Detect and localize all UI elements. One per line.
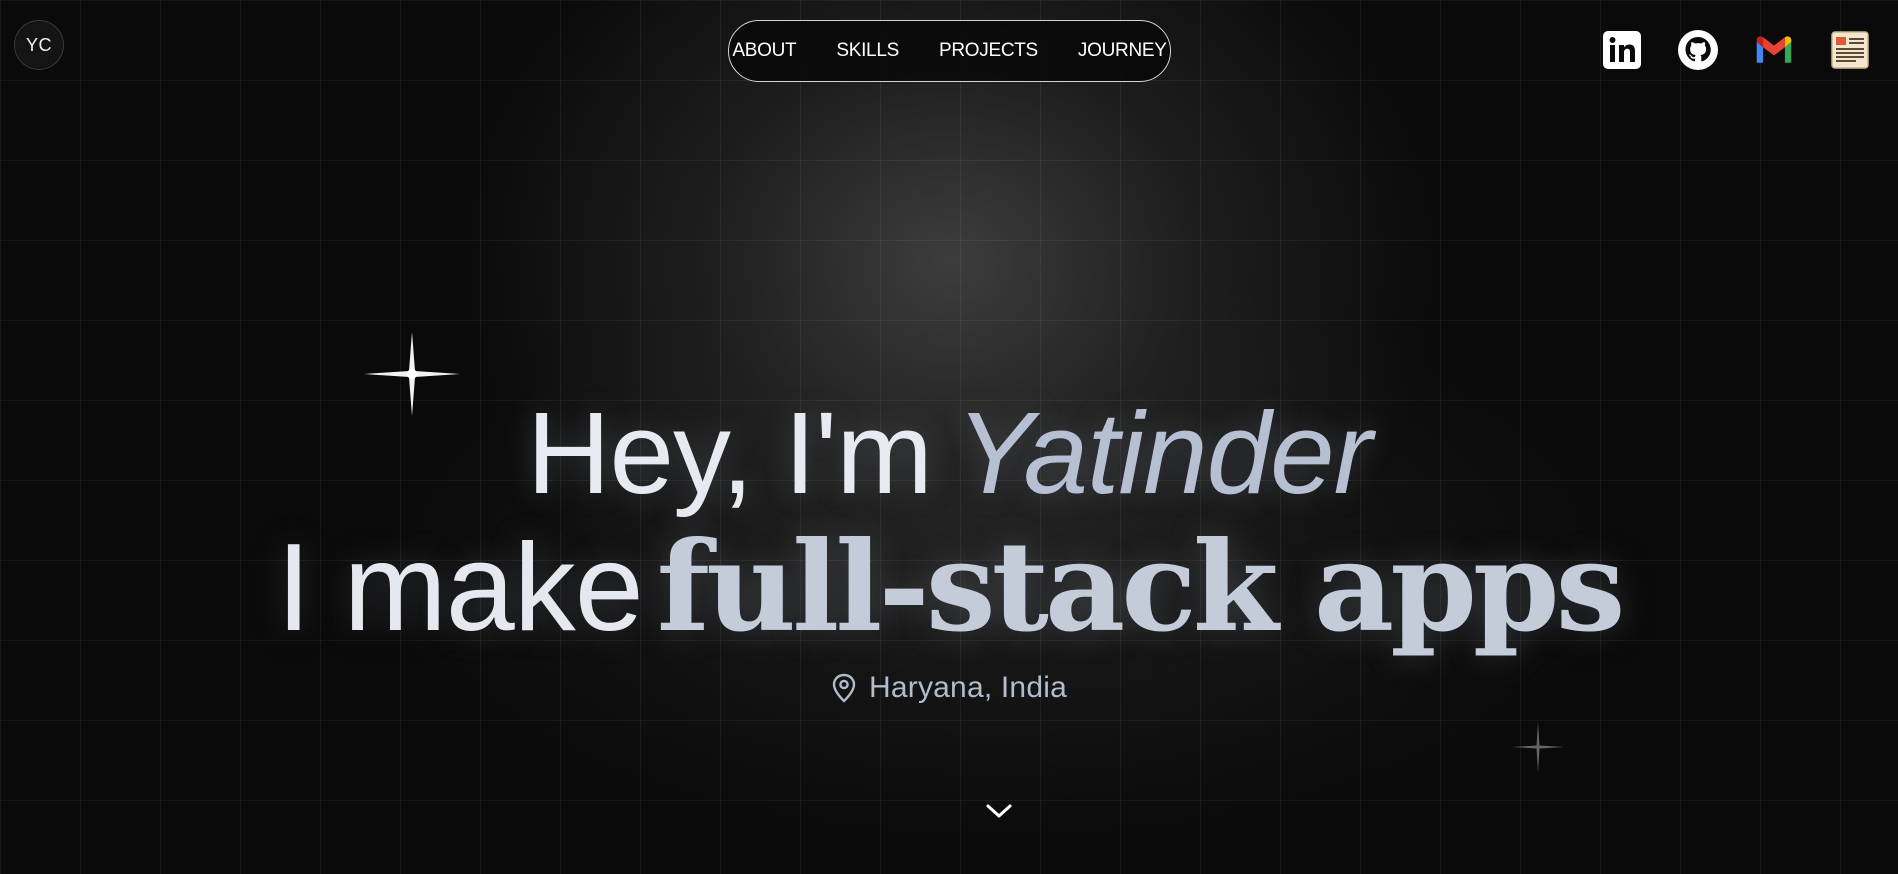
logo-avatar[interactable]: YC xyxy=(14,20,64,70)
hero-make-highlight: full-stack apps xyxy=(656,515,1626,660)
nav-item-projects[interactable]: PROJECTS xyxy=(939,40,1038,62)
hero-name: Yatinder xyxy=(955,388,1372,518)
linkedin-link[interactable] xyxy=(1602,30,1642,70)
hero-tagline-line: I make full-stack apps xyxy=(0,522,1898,653)
gmail-icon xyxy=(1756,36,1792,63)
linkedin-icon xyxy=(1603,31,1641,69)
nav-item-skills[interactable]: SKILLS xyxy=(836,40,899,62)
social-links xyxy=(1602,30,1870,70)
page: YC ABOUT SKILLS PROJECTS JOURNEY Hey, I'… xyxy=(0,0,1898,874)
location-text: Haryana, India xyxy=(869,671,1067,705)
scroll-down-button[interactable] xyxy=(979,796,1019,826)
hero-greeting-line: Hey, I'm Yatinder xyxy=(0,395,1898,511)
hero-greeting: Hey, I'm xyxy=(526,388,933,518)
main-nav: ABOUT SKILLS PROJECTS JOURNEY xyxy=(728,20,1171,82)
logo-initials: YC xyxy=(25,34,52,55)
resume-link[interactable] xyxy=(1830,30,1870,70)
resume-icon xyxy=(1831,31,1869,69)
nav-item-about[interactable]: ABOUT xyxy=(732,40,796,62)
github-link[interactable] xyxy=(1678,30,1718,70)
nav-item-journey[interactable]: JOURNEY xyxy=(1078,40,1167,62)
github-icon xyxy=(1678,30,1718,70)
hero-location: Haryana, India xyxy=(831,671,1067,705)
chevron-down-icon xyxy=(986,804,1012,818)
location-pin-icon xyxy=(832,673,856,703)
hero-section: Hey, I'm Yatinder I make full-stack apps H… xyxy=(0,395,1898,708)
sparkle-small-icon xyxy=(1512,722,1564,772)
gmail-link[interactable] xyxy=(1754,30,1794,70)
hero-make-prefix: I make xyxy=(276,519,644,657)
